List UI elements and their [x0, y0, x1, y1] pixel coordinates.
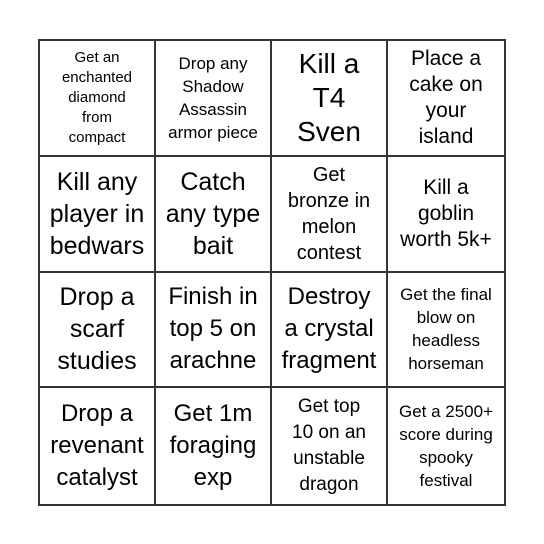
bingo-cell[interactable]: Finish in top 5 on arachne — [156, 272, 272, 389]
bingo-cell[interactable]: Drop any Shadow Assassin armor piece — [156, 41, 272, 157]
bingo-cell[interactable]: Destroy a crystal fragment — [272, 272, 388, 389]
bingo-cell[interactable]: Catch any type bait — [156, 156, 272, 273]
bingo-cell[interactable]: Drop a revenant catalyst — [40, 388, 156, 504]
bingo-cell[interactable]: Get bronze in melon contest — [272, 156, 388, 273]
bingo-cell[interactable]: Get the final blow on headless horseman — [388, 273, 504, 389]
bingo-board: Get an enchanted diamond from compact Dr… — [38, 39, 506, 506]
bingo-cell[interactable]: Get a 2500+ score during spooky festival — [388, 388, 504, 504]
bingo-cell[interactable]: Kill a T4 Sven — [272, 41, 388, 157]
bingo-cell[interactable]: Kill a goblin worth 5k+ — [388, 157, 504, 273]
bingo-cell[interactable]: Get an enchanted diamond from compact — [40, 41, 156, 157]
bingo-cell[interactable]: Place a cake on your island — [388, 41, 504, 157]
bingo-cell[interactable]: Kill any player in bedwars — [40, 156, 156, 273]
bingo-cell[interactable]: Drop a scarf studies — [40, 272, 156, 389]
bingo-cell[interactable]: Get 1m foraging exp — [156, 388, 272, 504]
bingo-cell[interactable]: Get top 10 on an unstable dragon — [272, 388, 388, 504]
